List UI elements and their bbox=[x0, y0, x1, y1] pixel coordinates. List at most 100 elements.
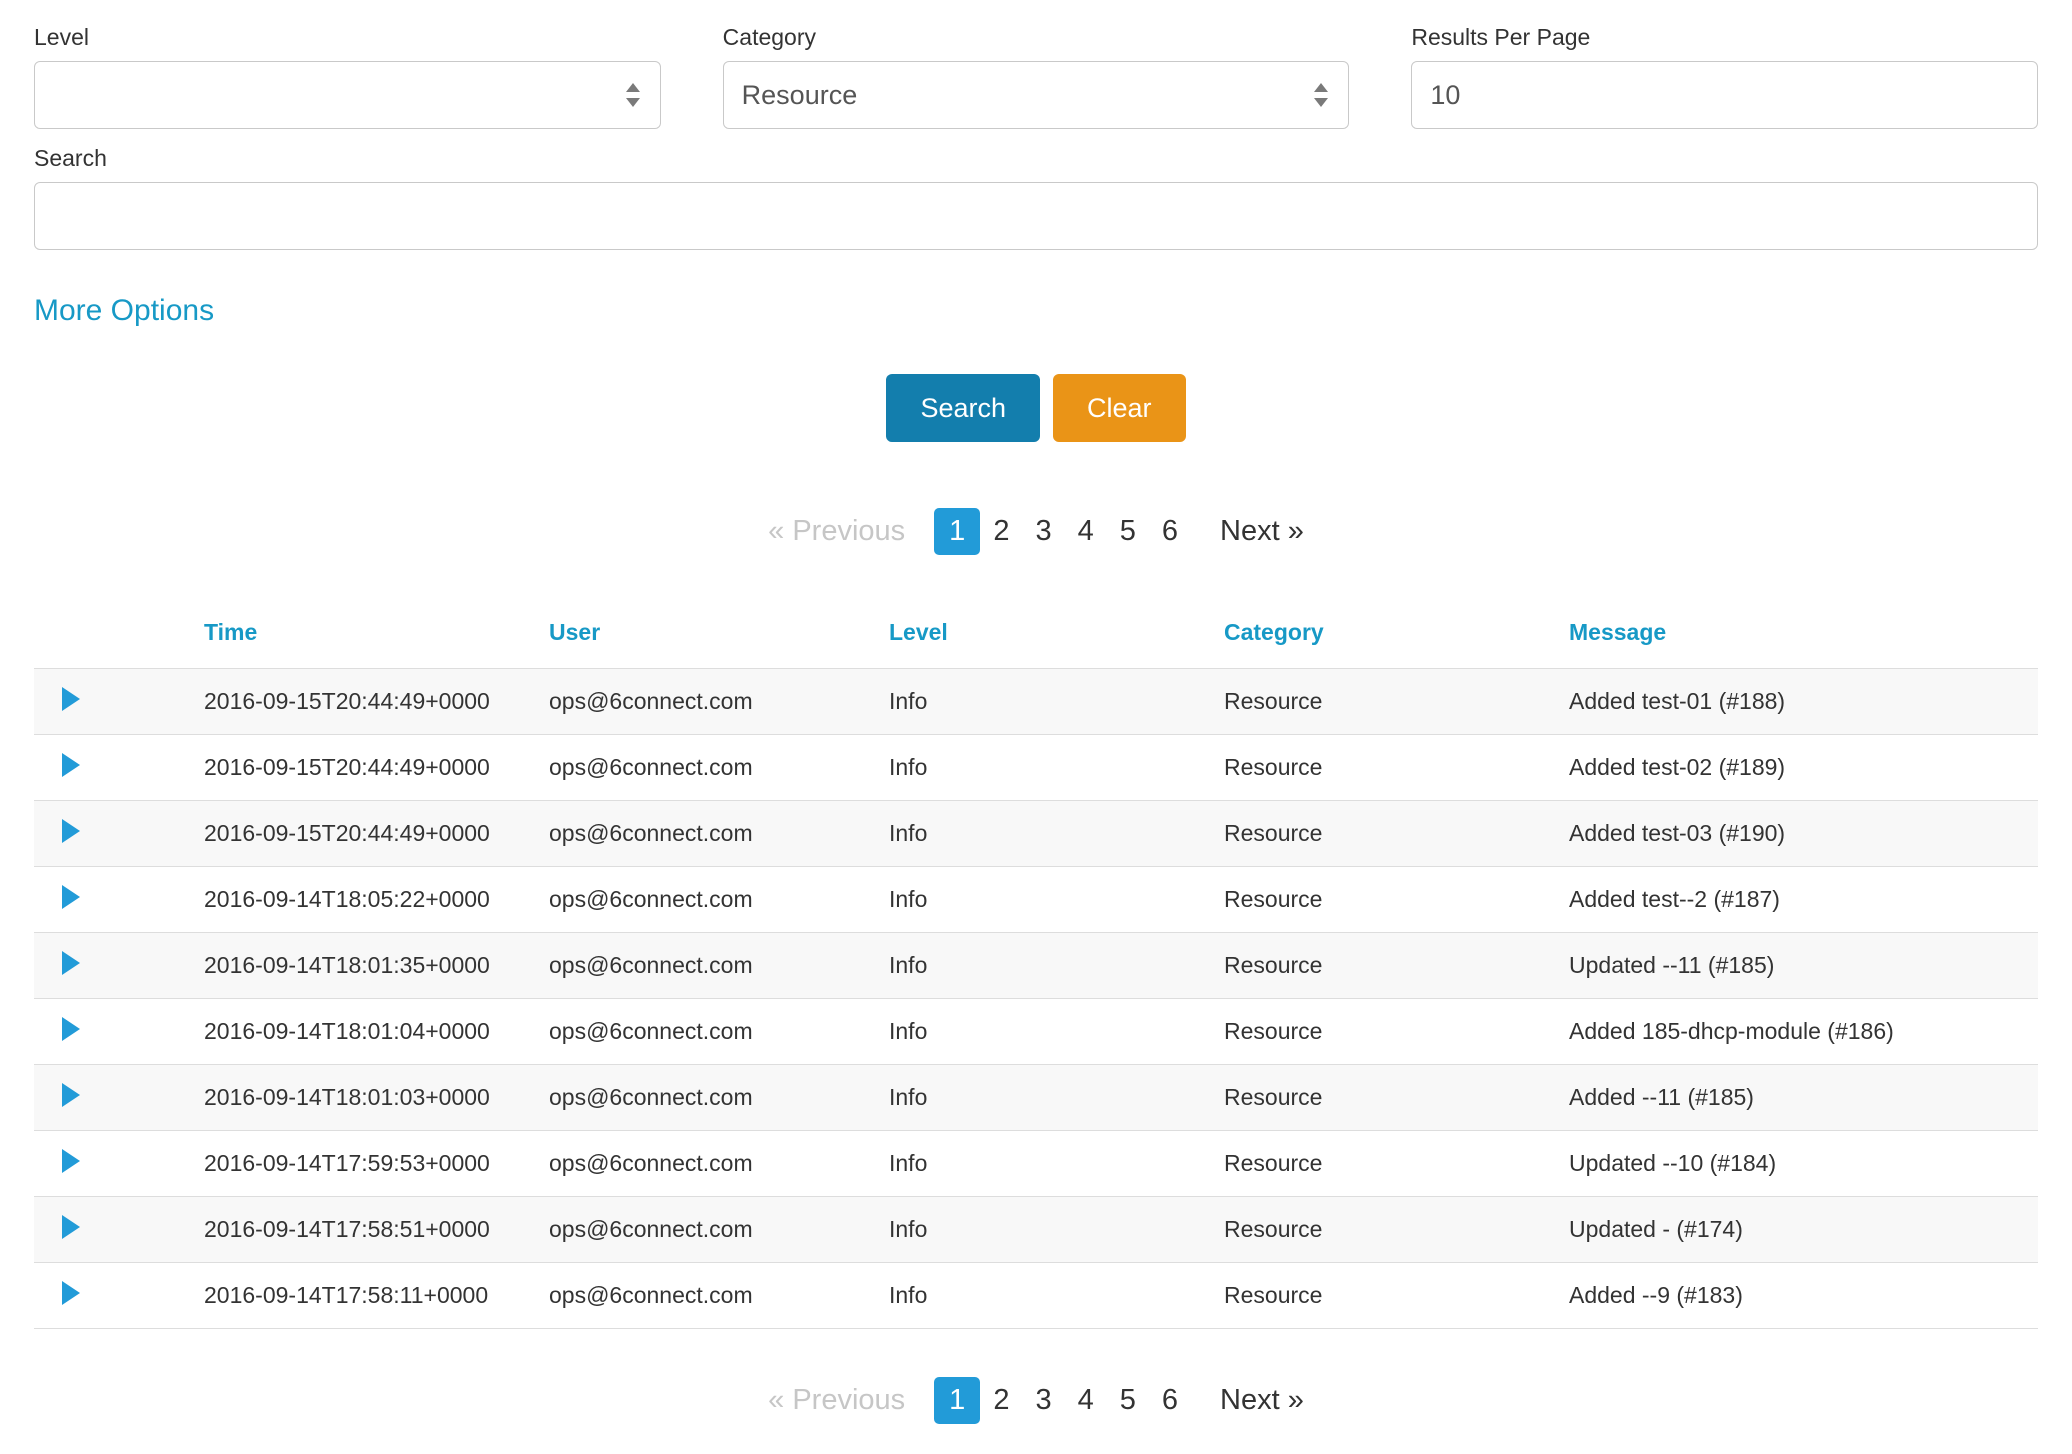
pagination-page-3[interactable]: 3 bbox=[1022, 1377, 1064, 1424]
level-select[interactable] bbox=[34, 61, 661, 129]
cell-level: Info bbox=[889, 801, 1224, 867]
pagination-page-5[interactable]: 5 bbox=[1107, 1377, 1149, 1424]
cell-message: Added test-02 (#189) bbox=[1569, 735, 2038, 801]
table-row: 2016-09-14T18:01:04+0000 ops@6connect.co… bbox=[34, 999, 2038, 1065]
cell-category: Resource bbox=[1224, 1197, 1569, 1263]
cell-level: Info bbox=[889, 1065, 1224, 1131]
expand-row-icon[interactable] bbox=[62, 1017, 80, 1041]
cell-user: ops@6connect.com bbox=[549, 999, 889, 1065]
results-per-page-input[interactable] bbox=[1411, 61, 2038, 129]
select-updown-arrows-icon bbox=[624, 81, 642, 109]
search-input[interactable] bbox=[34, 182, 2038, 250]
category-select-value: Resource bbox=[742, 80, 1301, 111]
column-header-category[interactable]: Category bbox=[1224, 603, 1569, 669]
log-table: Time User Level Category Message 2016-09… bbox=[34, 603, 2038, 1329]
cell-time: 2016-09-14T17:58:11+0000 bbox=[204, 1263, 549, 1329]
cell-user: ops@6connect.com bbox=[549, 669, 889, 735]
column-header-time[interactable]: Time bbox=[204, 603, 549, 669]
cell-time: 2016-09-14T18:01:03+0000 bbox=[204, 1065, 549, 1131]
cell-message: Updated --11 (#185) bbox=[1569, 933, 2038, 999]
cell-message: Added test--2 (#187) bbox=[1569, 867, 2038, 933]
table-row: 2016-09-14T17:58:51+0000 ops@6connect.co… bbox=[34, 1197, 2038, 1263]
cell-level: Info bbox=[889, 999, 1224, 1065]
pagination-page-6[interactable]: 6 bbox=[1149, 508, 1191, 555]
table-row: 2016-09-15T20:44:49+0000 ops@6connect.co… bbox=[34, 801, 2038, 867]
level-filter-group: Level bbox=[34, 24, 661, 129]
table-row: 2016-09-14T18:05:22+0000 ops@6connect.co… bbox=[34, 867, 2038, 933]
more-options-link[interactable]: More Options bbox=[34, 294, 214, 328]
pagination-page-5[interactable]: 5 bbox=[1107, 508, 1149, 555]
column-header-user[interactable]: User bbox=[549, 603, 889, 669]
pagination-page-3[interactable]: 3 bbox=[1022, 508, 1064, 555]
cell-time: 2016-09-14T17:58:51+0000 bbox=[204, 1197, 549, 1263]
cell-time: 2016-09-15T20:44:49+0000 bbox=[204, 801, 549, 867]
expand-row-icon[interactable] bbox=[62, 687, 80, 711]
cell-category: Resource bbox=[1224, 999, 1569, 1065]
cell-category: Resource bbox=[1224, 933, 1569, 999]
category-filter-group: Category Resource bbox=[723, 24, 1350, 129]
pagination-page-6[interactable]: 6 bbox=[1149, 1377, 1191, 1424]
pagination-page-1[interactable]: 1 bbox=[934, 508, 980, 555]
cell-category: Resource bbox=[1224, 1263, 1569, 1329]
cell-user: ops@6connect.com bbox=[549, 735, 889, 801]
expand-row-icon[interactable] bbox=[62, 1083, 80, 1107]
cell-category: Resource bbox=[1224, 867, 1569, 933]
expand-row-icon[interactable] bbox=[62, 885, 80, 909]
results-per-page-group: Results Per Page bbox=[1411, 24, 2038, 129]
cell-level: Info bbox=[889, 1197, 1224, 1263]
expand-row-icon[interactable] bbox=[62, 1215, 80, 1239]
cell-time: 2016-09-14T18:05:22+0000 bbox=[204, 867, 549, 933]
cell-message: Added 185-dhcp-module (#186) bbox=[1569, 999, 2038, 1065]
pagination-page-1[interactable]: 1 bbox=[934, 1377, 980, 1424]
expand-row-icon[interactable] bbox=[62, 1281, 80, 1305]
cell-time: 2016-09-14T18:01:35+0000 bbox=[204, 933, 549, 999]
table-row: 2016-09-15T20:44:49+0000 ops@6connect.co… bbox=[34, 669, 2038, 735]
expand-row-icon[interactable] bbox=[62, 753, 80, 777]
column-header-message[interactable]: Message bbox=[1569, 603, 2038, 669]
pagination-page-4[interactable]: 4 bbox=[1065, 1377, 1107, 1424]
cell-user: ops@6connect.com bbox=[549, 867, 889, 933]
cell-user: ops@6connect.com bbox=[549, 1065, 889, 1131]
table-row: 2016-09-15T20:44:49+0000 ops@6connect.co… bbox=[34, 735, 2038, 801]
cell-message: Added --11 (#185) bbox=[1569, 1065, 2038, 1131]
pagination-page-2[interactable]: 2 bbox=[980, 508, 1022, 555]
cell-user: ops@6connect.com bbox=[549, 801, 889, 867]
expand-column-header bbox=[34, 603, 204, 669]
clear-button[interactable]: Clear bbox=[1053, 374, 1186, 442]
results-per-page-label: Results Per Page bbox=[1411, 24, 2038, 51]
next-page-link[interactable]: Next » bbox=[1207, 1377, 1317, 1424]
cell-level: Info bbox=[889, 1131, 1224, 1197]
cell-level: Info bbox=[889, 735, 1224, 801]
category-label: Category bbox=[723, 24, 1350, 51]
expand-row-icon[interactable] bbox=[62, 951, 80, 975]
cell-user: ops@6connect.com bbox=[549, 1263, 889, 1329]
search-group: Search bbox=[34, 145, 2038, 250]
cell-user: ops@6connect.com bbox=[549, 933, 889, 999]
previous-page-link[interactable]: « Previous bbox=[755, 508, 918, 555]
cell-user: ops@6connect.com bbox=[549, 1131, 889, 1197]
expand-row-icon[interactable] bbox=[62, 819, 80, 843]
cell-category: Resource bbox=[1224, 669, 1569, 735]
table-row: 2016-09-14T17:58:11+0000 ops@6connect.co… bbox=[34, 1263, 2038, 1329]
pagination-top: « Previous 1 2 3 4 5 6 Next » bbox=[34, 508, 2038, 555]
cell-time: 2016-09-14T17:59:53+0000 bbox=[204, 1131, 549, 1197]
expand-row-icon[interactable] bbox=[62, 1149, 80, 1173]
log-viewer-page: Level Category Resource Results Per Page bbox=[0, 0, 2072, 1454]
cell-time: 2016-09-14T18:01:04+0000 bbox=[204, 999, 549, 1065]
cell-message: Updated --10 (#184) bbox=[1569, 1131, 2038, 1197]
next-page-link[interactable]: Next » bbox=[1207, 508, 1317, 555]
previous-page-link[interactable]: « Previous bbox=[755, 1377, 918, 1424]
pagination-page-4[interactable]: 4 bbox=[1065, 508, 1107, 555]
cell-category: Resource bbox=[1224, 735, 1569, 801]
filters-row: Level Category Resource Results Per Page bbox=[34, 24, 2038, 129]
cell-category: Resource bbox=[1224, 1131, 1569, 1197]
table-row: 2016-09-14T18:01:35+0000 ops@6connect.co… bbox=[34, 933, 2038, 999]
column-header-level[interactable]: Level bbox=[889, 603, 1224, 669]
cell-message: Added --9 (#183) bbox=[1569, 1263, 2038, 1329]
category-select[interactable]: Resource bbox=[723, 61, 1350, 129]
search-button[interactable]: Search bbox=[886, 374, 1040, 442]
cell-level: Info bbox=[889, 867, 1224, 933]
cell-category: Resource bbox=[1224, 1065, 1569, 1131]
pagination-page-2[interactable]: 2 bbox=[980, 1377, 1022, 1424]
level-label: Level bbox=[34, 24, 661, 51]
